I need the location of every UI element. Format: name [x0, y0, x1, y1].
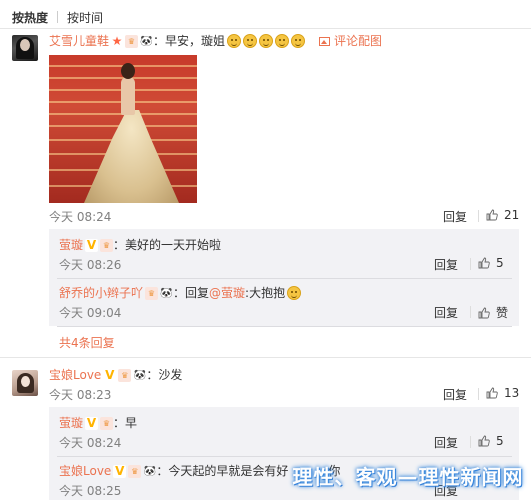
reply-time: 今天 09:04 [59, 306, 122, 320]
smile-emoji-icon [291, 34, 306, 48]
smile-emoji-icon [227, 34, 242, 48]
like-button[interactable]: 13 [486, 386, 519, 400]
comment-time: 今天 08:24 [49, 210, 112, 224]
sort-by-time[interactable]: 按时间 [67, 9, 103, 26]
thumbs-up-icon [478, 307, 490, 319]
v-verified-icon: V [113, 463, 127, 478]
like-count: 21 [504, 208, 520, 222]
thumbs-up-icon [486, 387, 498, 399]
view-picture-link[interactable]: 评论配图 [319, 33, 382, 49]
reply-text: ：今天起的早就是会有好 [156, 464, 289, 478]
smile-emoji-icon [275, 34, 290, 48]
more-replies-link[interactable]: 共4条回复 [59, 334, 115, 351]
reply-divider [57, 278, 512, 279]
vip-icon: ♛ [125, 34, 139, 48]
reply-text-prefix: ：回复 [173, 286, 210, 300]
v-verified-icon: V [103, 367, 117, 382]
comment-time: 今天 08:23 [49, 388, 112, 402]
username[interactable]: 宝娘Love [59, 463, 111, 479]
view-picture-label: 评论配图 [334, 34, 383, 48]
like-count: 13 [504, 386, 520, 400]
thumbs-up-icon [478, 435, 490, 447]
hug-emoji-icon [287, 286, 302, 300]
reply-text: ：早 [113, 416, 138, 430]
reply-time: 今天 08:24 [59, 436, 122, 450]
reply-time: 今天 08:26 [59, 258, 122, 272]
vip-icon: ♛ [118, 368, 132, 382]
sort-separator [57, 11, 59, 23]
comment-divider [0, 357, 531, 358]
panda-icon: 🐼 [133, 369, 147, 381]
reply-divider [57, 456, 512, 457]
reply-divider [57, 326, 512, 327]
username[interactable]: 萤璇 [59, 415, 83, 431]
panda-icon: 🐼 [143, 465, 157, 477]
star-badge-icon: ★ [111, 33, 123, 48]
like-button[interactable]: 5 [478, 434, 504, 448]
reply-button[interactable]: 回复 [434, 256, 458, 273]
comment-text: ：沙发 [146, 368, 183, 382]
thumbs-up-icon [486, 209, 498, 221]
comment-image[interactable] [49, 55, 197, 203]
smile-emoji-icon [243, 34, 258, 48]
comment-header: 艾雪儿童鞋 ★ ♛ 🐼 ：早安，璇姐 评论配图 [49, 33, 382, 49]
reply-item: 萤璇 V ♛ ：美好的一天开始啦 [59, 237, 221, 253]
like-button[interactable]: 赞 [478, 304, 508, 321]
reply-item: 萤璇 V ♛ ：早 [59, 415, 137, 431]
like-button[interactable]: 21 [486, 208, 519, 222]
sort-by-hot[interactable]: 按热度 [12, 9, 48, 26]
username[interactable]: 宝娘Love [49, 367, 101, 383]
avatar[interactable] [12, 35, 38, 61]
picture-icon [319, 36, 331, 46]
sort-bar: 按热度 按时间 [12, 8, 103, 26]
like-label: 赞 [496, 306, 509, 320]
reply-time: 今天 08:25 [59, 484, 122, 498]
avatar[interactable] [12, 370, 38, 396]
like-count: 5 [496, 256, 504, 270]
vip-icon: ♛ [145, 286, 159, 300]
action-separator [470, 306, 471, 318]
smile-emoji-icon [259, 34, 274, 48]
thumbs-up-icon [478, 257, 490, 269]
vip-icon: ♛ [100, 238, 114, 252]
watermark: 理性、客观—理性新闻网 [292, 464, 524, 489]
username[interactable]: 萤璇 [59, 237, 83, 253]
reply-button[interactable]: 回复 [443, 208, 467, 225]
comment-text: ：早安，璇姐 [153, 34, 226, 48]
comment-header: 宝娘Love V ♛ 🐼 ：沙发 [49, 367, 182, 383]
reply-text-suffix: :大抱抱 [245, 286, 286, 300]
action-separator [470, 258, 471, 270]
like-count: 5 [496, 434, 504, 448]
reply-text: ：美好的一天开始啦 [113, 238, 222, 252]
top-divider [0, 28, 531, 29]
panda-icon: 🐼 [140, 35, 153, 47]
action-separator [470, 436, 471, 448]
vip-icon: ♛ [128, 464, 142, 478]
v-verified-icon: V [85, 415, 99, 430]
v-verified-icon: V [85, 237, 99, 252]
action-separator [478, 388, 479, 400]
reply-button[interactable]: 回复 [434, 304, 458, 321]
reply-button[interactable]: 回复 [434, 434, 458, 451]
reply-item: 舒乔的小辫子吖 ♛ 🐼 ：回复 @萤璇 :大抱抱 [59, 285, 302, 301]
mention-link[interactable]: @萤璇 [209, 285, 245, 301]
panda-icon: 🐼 [160, 287, 173, 299]
reply-button[interactable]: 回复 [443, 386, 467, 403]
like-button[interactable]: 5 [478, 256, 504, 270]
username[interactable]: 舒乔的小辫子吖 [59, 285, 143, 301]
action-separator [478, 210, 479, 222]
username[interactable]: 艾雪儿童鞋 [49, 33, 109, 49]
vip-icon: ♛ [100, 416, 114, 430]
